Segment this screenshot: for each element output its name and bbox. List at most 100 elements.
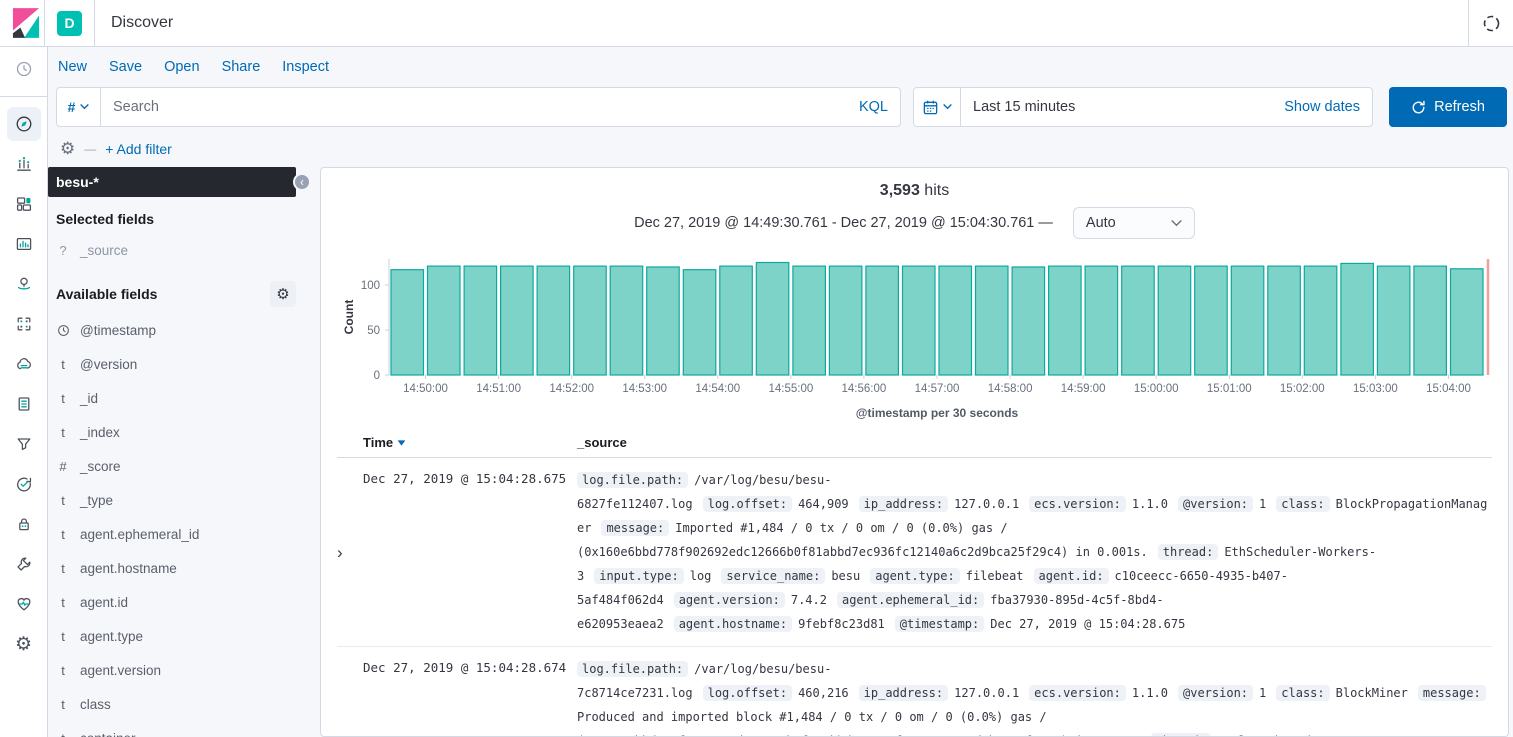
column-header-source: _source	[577, 435, 1492, 450]
documents-table: Time _source › Dec 27, 2019 @ 15:04:28.6…	[337, 428, 1492, 737]
field-type-icon: t	[56, 663, 70, 678]
index-pattern-header[interactable]: besu-*	[48, 167, 296, 197]
field-item-_index[interactable]: t_index	[48, 415, 316, 449]
side-nav: ⚙	[0, 47, 48, 737]
field-label: agent.hostname	[80, 561, 177, 576]
field-key: agent.id:	[1034, 568, 1109, 584]
expand-row-icon[interactable]: ›	[337, 468, 363, 636]
field-item-class[interactable]: tclass	[48, 687, 316, 721]
field-item-_id[interactable]: t_id	[48, 381, 316, 415]
field-key: agent.hostname:	[674, 616, 792, 632]
show-dates-button[interactable]: Show dates	[1284, 99, 1372, 115]
nav-item-dashboard[interactable]	[7, 187, 41, 221]
expand-row-icon[interactable]: ›	[337, 657, 363, 737]
calendar-icon[interactable]	[914, 88, 961, 126]
filter-options-gear-icon[interactable]: ⚙	[60, 140, 75, 157]
nav-item-dev-tools[interactable]	[7, 547, 41, 581]
field-type-icon: t	[56, 391, 70, 406]
field-item-container[interactable]: tcontainer	[48, 721, 316, 737]
field-item-@timestamp[interactable]: @timestamp	[48, 313, 316, 347]
search-box: KQL	[100, 87, 901, 127]
field-settings-gear-icon[interactable]: ⚙	[270, 281, 296, 307]
field-value: besu	[831, 569, 860, 583]
nav-item-machine-learning[interactable]	[7, 307, 41, 341]
selected-fields-list: ?_source	[48, 233, 316, 267]
nav-item-maps[interactable]	[7, 267, 41, 301]
row-source: log.file.path:/var/log/besu/besu-6827fe1…	[577, 468, 1492, 636]
kql-language-button[interactable]: KQL	[859, 99, 900, 115]
field-value: 1	[1259, 497, 1266, 511]
row-time: Dec 27, 2019 @ 15:04:28.674	[363, 657, 577, 737]
menu-new[interactable]: New	[58, 59, 87, 75]
field-item-@version[interactable]: t@version	[48, 347, 316, 381]
table-body: › Dec 27, 2019 @ 15:04:28.675 log.file.p…	[337, 458, 1492, 737]
field-item-agent.version[interactable]: t agent.version	[48, 653, 316, 687]
field-key: log.offset:	[703, 496, 792, 512]
field-type-date-icon	[56, 324, 70, 337]
field-item-agent.hostname[interactable]: t agent.hostname	[48, 551, 316, 585]
nav-item-infrastructure[interactable]	[7, 347, 41, 381]
field-type-icon: t	[56, 425, 70, 440]
kibana-logo[interactable]	[8, 7, 44, 39]
field-item-_type[interactable]: t_type	[48, 483, 316, 517]
search-input[interactable]	[101, 99, 859, 115]
field-key: message:	[1418, 685, 1486, 701]
table-row: › Dec 27, 2019 @ 15:04:28.675 log.file.p…	[337, 458, 1492, 647]
add-filter-button[interactable]: + Add filter	[105, 141, 172, 157]
field-label: agent.version	[80, 663, 161, 678]
field-value: 1.1.0	[1132, 497, 1168, 511]
field-item-agent.id[interactable]: tagent.id	[48, 585, 316, 619]
field-value: filebeat	[966, 569, 1024, 583]
nav-item-apm[interactable]	[7, 427, 41, 461]
refresh-icon	[1411, 100, 1426, 115]
app-badge[interactable]: D	[57, 11, 82, 36]
nav-item-visualize[interactable]	[7, 147, 41, 181]
svg-text:14:51:00: 14:51:00	[476, 383, 521, 395]
field-key: @version:	[1178, 685, 1253, 701]
field-item-agent.type[interactable]: tagent.type	[48, 619, 316, 653]
menu-share[interactable]: Share	[222, 59, 261, 75]
field-item-agent.ephemeral_id[interactable]: tagent.ephemeral_id	[48, 517, 316, 551]
field-value: 9febf8c23d81	[798, 617, 885, 631]
help-icon[interactable]	[1469, 0, 1513, 46]
app-header: D Discover	[0, 0, 1513, 47]
field-key: thread:	[1158, 544, 1219, 560]
field-item-_score[interactable]: #_score	[48, 449, 316, 483]
field-type-icon: t	[56, 561, 70, 576]
field-item-_source[interactable]: ?_source	[48, 233, 316, 267]
menu-inspect[interactable]: Inspect	[282, 59, 329, 75]
histogram-chart[interactable]: Count05010014:50:0014:51:0014:52:0014:53…	[337, 247, 1492, 426]
menu-open[interactable]: Open	[164, 59, 199, 75]
nav-item-canvas[interactable]	[7, 227, 41, 261]
column-header-time[interactable]: Time	[363, 435, 577, 450]
nav-item-uptime[interactable]	[7, 467, 41, 501]
saved-query-menu-button[interactable]: #	[56, 87, 100, 127]
svg-text:15:00:00: 15:00:00	[1134, 383, 1179, 395]
field-value: BlockMiner	[1336, 686, 1408, 700]
svg-text:14:58:00: 14:58:00	[988, 383, 1033, 395]
svg-text:15:03:00: 15:03:00	[1353, 383, 1398, 395]
page-title: Discover	[111, 14, 173, 32]
field-key: thread:	[1151, 733, 1212, 737]
field-value: 1	[1259, 686, 1266, 700]
nav-item-logs[interactable]	[7, 387, 41, 421]
field-label: @version	[80, 357, 137, 372]
time-range-value[interactable]: Last 15 minutes	[961, 99, 1075, 115]
collapse-sidebar-button[interactable]: ‹	[293, 173, 311, 191]
svg-text:Count: Count	[342, 300, 356, 335]
menu-save[interactable]: Save	[109, 59, 142, 75]
nav-item-recently-viewed[interactable]	[7, 52, 41, 86]
field-key: ip_address:	[859, 496, 948, 512]
nav-item-stack-monitoring[interactable]	[7, 587, 41, 621]
refresh-button[interactable]: Refresh	[1389, 87, 1507, 127]
hits-count: 3,593 hits	[337, 182, 1492, 200]
nav-item-siem[interactable]	[7, 507, 41, 541]
svg-text:14:59:00: 14:59:00	[1061, 383, 1106, 395]
nav-item-discover[interactable]	[7, 107, 41, 141]
interval-select[interactable]: Auto	[1073, 207, 1195, 239]
field-type-icon: t	[56, 527, 70, 542]
sort-desc-icon	[397, 440, 406, 446]
nav-item-management[interactable]: ⚙	[7, 627, 41, 661]
svg-text:14:50:00: 14:50:00	[403, 383, 448, 395]
field-label: @timestamp	[80, 323, 156, 338]
